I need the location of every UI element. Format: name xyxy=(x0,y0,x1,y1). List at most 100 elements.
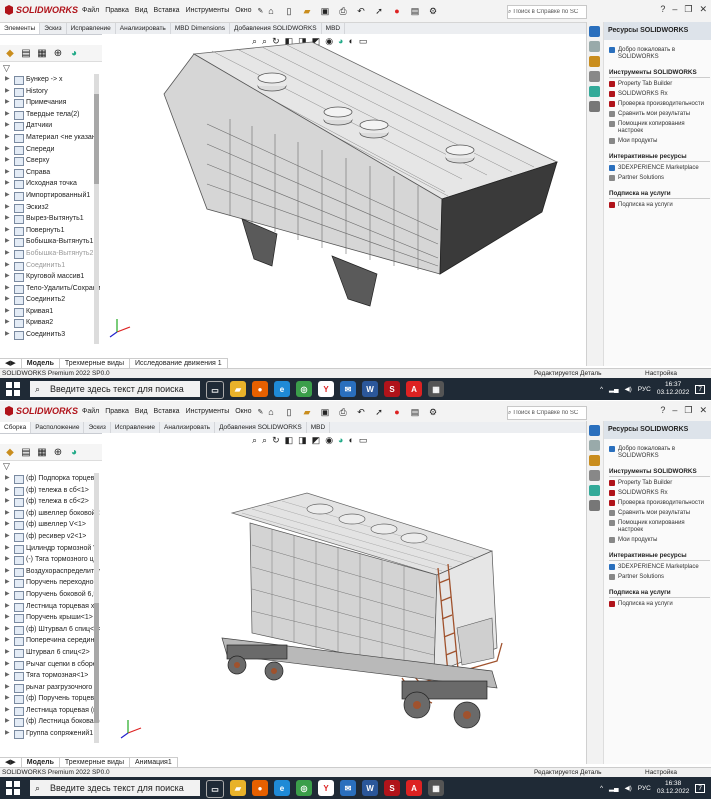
menu-view[interactable]: Вид xyxy=(135,7,148,15)
tree-item[interactable]: ▶ Лестница торцевая (п xyxy=(0,705,100,717)
tool-link[interactable]: Сравнить мои результаты xyxy=(609,111,710,118)
expand-arrow-icon[interactable]: ▶ xyxy=(5,132,10,144)
tool-link[interactable]: Сравнить мои результаты xyxy=(609,510,710,517)
tool-link[interactable]: Помощник копирования настроек xyxy=(609,121,710,135)
tree-item[interactable]: ▶ Датчики xyxy=(0,120,100,132)
word-icon[interactable]: W xyxy=(362,780,378,796)
expand-arrow-icon[interactable]: ▶ xyxy=(5,612,10,624)
dimxpert-icon[interactable]: ⊕ xyxy=(52,47,64,59)
tree-item[interactable]: ▶ Повернуть1 xyxy=(0,225,100,237)
close-button[interactable]: ✕ xyxy=(699,4,707,15)
tab-fix[interactable]: Исправление xyxy=(111,422,161,433)
tree-item[interactable]: ▶ Бобышка-Вытянуть1 xyxy=(0,236,100,248)
display-manager-icon[interactable]: ◕ xyxy=(68,47,80,59)
tree-item[interactable]: ▶ Соединить2 xyxy=(0,294,100,306)
tray-chevron-icon[interactable]: ^ xyxy=(600,386,603,393)
tab-mbd-dimensions[interactable]: MBD Dimensions xyxy=(171,23,231,34)
expand-arrow-icon[interactable]: ▶ xyxy=(5,566,10,578)
home-icon[interactable]: ⌂ xyxy=(264,405,278,419)
tree-item[interactable]: ▶ Поручень крыши<1> xyxy=(0,612,100,624)
file-explorer-icon[interactable]: ▰ xyxy=(230,780,246,796)
configuration-manager-icon[interactable]: ▦ xyxy=(36,47,48,59)
save-icon[interactable]: ▣ xyxy=(318,405,332,419)
expand-arrow-icon[interactable]: ▶ xyxy=(5,202,10,214)
tree-item[interactable]: ▶ (ф) Поручень торцево xyxy=(0,693,100,705)
tree-item[interactable]: ▶ Импортированный1 xyxy=(0,190,100,202)
expand-arrow-icon[interactable]: ▶ xyxy=(5,531,10,543)
menu-file[interactable]: Файл xyxy=(82,7,99,15)
expand-arrow-icon[interactable]: ▶ xyxy=(5,248,10,260)
tool-link[interactable]: Проверка производительности xyxy=(609,101,710,108)
help-icon[interactable]: ? xyxy=(660,4,665,15)
design-library-tab-icon[interactable] xyxy=(589,440,600,451)
tree-item[interactable]: ▶ (ф) тележа в сб<2> xyxy=(0,496,100,508)
close-button[interactable]: ✕ xyxy=(699,405,707,416)
tree-item[interactable]: ▶ Сверху xyxy=(0,155,100,167)
tab-analyze[interactable]: Анализировать xyxy=(116,23,171,34)
yandex-icon[interactable]: Y xyxy=(318,381,334,397)
filter-icon[interactable]: ▽ xyxy=(3,63,10,74)
tool-link[interactable]: SOLIDWORKS Rx xyxy=(609,91,710,98)
rebuild-icon[interactable]: ● xyxy=(390,4,404,18)
minimize-button[interactable]: – xyxy=(672,4,677,15)
tree-item[interactable]: ▶ Исходная точка xyxy=(0,178,100,190)
tool-link[interactable]: Property Tab Builder xyxy=(609,480,710,487)
restore-button[interactable]: ❐ xyxy=(684,4,692,15)
mail-icon[interactable]: ✉ xyxy=(340,780,356,796)
word-icon[interactable]: W xyxy=(362,381,378,397)
menu-edit[interactable]: Правка xyxy=(105,408,129,416)
menu-file[interactable]: Файл xyxy=(82,408,99,416)
expand-arrow-icon[interactable]: ▶ xyxy=(5,236,10,248)
dimxpert-icon[interactable]: ⊕ xyxy=(52,446,64,458)
print-icon[interactable]: ⎙ xyxy=(336,4,350,18)
filter-icon[interactable]: ▽ xyxy=(3,461,10,472)
expand-arrow-icon[interactable]: ▶ xyxy=(5,120,10,132)
view-palette-tab-icon[interactable] xyxy=(589,470,600,481)
property-manager-icon[interactable]: ▤ xyxy=(20,446,32,458)
expand-arrow-icon[interactable]: ▶ xyxy=(5,86,10,98)
expand-arrow-icon[interactable]: ▶ xyxy=(5,109,10,121)
network-icon[interactable]: ▂▄ xyxy=(609,784,619,792)
expand-arrow-icon[interactable]: ▶ xyxy=(5,693,10,705)
scroll-thumb[interactable] xyxy=(94,603,99,723)
tree-scrollbar[interactable] xyxy=(94,74,99,344)
expand-arrow-icon[interactable]: ▶ xyxy=(5,670,10,682)
welcome-link[interactable]: Добро пожаловать в SOLIDWORKS xyxy=(609,446,710,460)
tree-item[interactable]: ▶ Кривая2 xyxy=(0,317,100,329)
expand-arrow-icon[interactable]: ▶ xyxy=(5,225,10,237)
file-properties-icon[interactable]: ▤ xyxy=(408,405,422,419)
tree-item[interactable]: ▶ (-) Тяга тормозного ци xyxy=(0,554,100,566)
taskbar-search-input[interactable]: ⌕ Введите здесь текст для поиска xyxy=(30,780,200,796)
expand-arrow-icon[interactable]: ▶ xyxy=(5,496,10,508)
chrome-icon[interactable]: ◎ xyxy=(296,381,312,397)
interactive-link[interactable]: Partner Solutions xyxy=(609,175,710,182)
tool-link[interactable]: Мои продукты xyxy=(609,138,710,145)
undo-icon[interactable]: ↶ xyxy=(354,405,368,419)
tree-item[interactable]: ▶ (ф) швеллер боковой< xyxy=(0,508,100,520)
tree-item[interactable]: ▶ Соединить3 xyxy=(0,329,100,341)
help-icon[interactable]: ? xyxy=(660,405,665,416)
tab-sketch[interactable]: Эскиз xyxy=(40,23,67,34)
tray-chevron-icon[interactable]: ^ xyxy=(600,785,603,792)
tree-item[interactable]: ▶ (ф) Подпорка торцева xyxy=(0,473,100,485)
design-library-tab-icon[interactable] xyxy=(589,41,600,52)
expand-arrow-icon[interactable]: ▶ xyxy=(5,635,10,647)
expand-arrow-icon[interactable]: ▶ xyxy=(5,601,10,613)
expand-arrow-icon[interactable]: ▶ xyxy=(5,155,10,167)
tool-link[interactable]: Property Tab Builder xyxy=(609,81,710,88)
expand-arrow-icon[interactable]: ▶ xyxy=(5,543,10,555)
expand-arrow-icon[interactable]: ▶ xyxy=(5,589,10,601)
expand-arrow-icon[interactable]: ▶ xyxy=(5,178,10,190)
tree-item[interactable]: ▶ Эскиз2 xyxy=(0,202,100,214)
calculator-icon[interactable]: ▦ xyxy=(428,381,444,397)
taskbar-search-input[interactable]: ⌕ Введите здесь текст для поиска xyxy=(30,381,200,397)
expand-arrow-icon[interactable]: ▶ xyxy=(5,144,10,156)
yandex-icon[interactable]: Y xyxy=(318,780,334,796)
file-explorer-tab-icon[interactable] xyxy=(589,455,600,466)
tool-link[interactable]: Мои продукты xyxy=(609,537,710,544)
network-icon[interactable]: ▂▄ xyxy=(609,385,619,393)
tree-item[interactable]: ▶ Соединить1 xyxy=(0,260,100,272)
tab-mbd[interactable]: MBD xyxy=(307,422,331,433)
tree-item[interactable]: ▶ Бобышка-Вытянуть2 xyxy=(0,248,100,260)
expand-arrow-icon[interactable]: ▶ xyxy=(5,508,10,520)
